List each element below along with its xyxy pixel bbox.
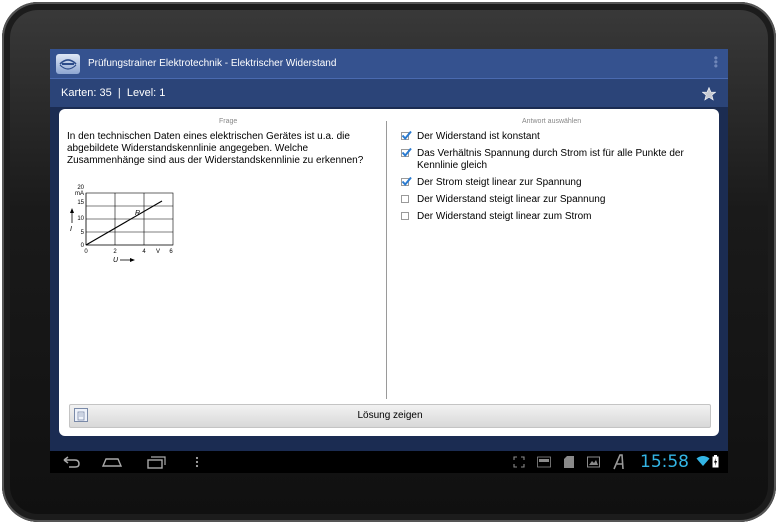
graph-y-tick: 10 (77, 216, 84, 222)
show-solution-label: Lösung zeigen (357, 410, 423, 421)
answer-option-3[interactable]: Der Strom steigt linear zur Spannung (401, 176, 711, 189)
status-line: Karten: 35 | Level: 1 (50, 79, 728, 107)
x-axis-arrow-icon (120, 258, 135, 262)
answer-option-5[interactable]: Der Widerstand steigt linear zum Strom (401, 211, 711, 223)
home-icon[interactable] (101, 454, 123, 470)
column-divider (386, 121, 387, 399)
checkmark-icon (401, 176, 412, 187)
menu-icon[interactable] (193, 454, 201, 470)
back-icon[interactable] (60, 454, 82, 470)
answer-option-4[interactable]: Der Widerstand steigt linear zur Spannun… (401, 194, 711, 206)
answer-header: Antwort auswählen (522, 118, 582, 125)
answer-checkbox[interactable] (401, 195, 409, 203)
app-logo-icon[interactable] (56, 53, 80, 74)
graph-x-unit: V (156, 249, 160, 255)
recent-apps-icon[interactable] (145, 454, 167, 470)
app-title: Prüfungstrainer Elektrotechnik - Elektri… (88, 58, 337, 69)
graph-x-label: U (113, 257, 119, 263)
answer-option-2[interactable]: Das Verhältnis Spannung durch Strom ist … (401, 147, 711, 172)
characteristic-line (85, 200, 163, 246)
graph-curve-label: R (135, 210, 140, 217)
overflow-menu-icon[interactable]: • • • (714, 52, 718, 72)
graph-x-tick: 6 (169, 249, 173, 255)
answer-checkbox[interactable] (401, 147, 412, 158)
answer-label: Der Widerstand steigt linear zum Strom (417, 211, 592, 222)
image-icon (587, 456, 600, 468)
checkmark-icon (401, 147, 412, 158)
answer-checkbox[interactable] (401, 130, 412, 141)
answer-option-1[interactable]: Der Widerstand ist konstant (401, 130, 711, 143)
answer-list: Der Widerstand ist konstant Das Verhältn… (401, 130, 711, 228)
question-card: Frage Antwort auswählen In den technisch… (59, 109, 719, 436)
answer-label: Der Widerstand ist konstant (417, 131, 540, 142)
wifi-icon (696, 456, 710, 466)
system-clock: 15:58 (640, 452, 689, 472)
system-navigation-bar: 15:58 (50, 451, 728, 473)
question-text: In den technischen Daten eines elektrisc… (67, 131, 364, 166)
answer-label: Der Strom steigt linear zur Spannung (417, 177, 582, 188)
screenshot-icon (513, 456, 525, 468)
graph-x-tick: 0 (84, 249, 88, 255)
title-bar: Prüfungstrainer Elektrotechnik - Elektri… (50, 49, 728, 79)
y-axis-arrow-icon (70, 208, 74, 223)
graph-x-tick: 2 (113, 249, 117, 255)
answer-label: Der Widerstand steigt linear zur Spannun… (417, 194, 606, 205)
sd-card-icon (564, 456, 574, 468)
characteristic-graph: 20 mA 15 10 5 0 0 2 4 V 6 R I U (70, 185, 173, 263)
star-icon[interactable] (702, 87, 716, 101)
graph-x-tick: 4 (142, 249, 146, 255)
battery-icon (712, 455, 719, 468)
app-screen: Prüfungstrainer Elektrotechnik - Elektri… (50, 49, 728, 473)
graph-y-unit: mA (75, 191, 84, 197)
ftp-icon (537, 456, 551, 468)
answer-label: Das Verhältnis Spannung durch Strom ist … (417, 148, 684, 171)
checkmark-icon (401, 130, 412, 141)
show-solution-button[interactable]: Lösung zeigen (69, 404, 711, 428)
answer-checkbox[interactable] (401, 176, 412, 187)
answer-checkbox[interactable] (401, 212, 409, 220)
graph-y-tick: 15 (77, 200, 84, 206)
card-level-status: Karten: 35 | Level: 1 (61, 87, 166, 99)
graph-y-label: I (70, 226, 72, 233)
font-icon (613, 454, 624, 470)
question-header: Frage (219, 118, 238, 125)
graph-y-tick: 5 (81, 230, 85, 236)
